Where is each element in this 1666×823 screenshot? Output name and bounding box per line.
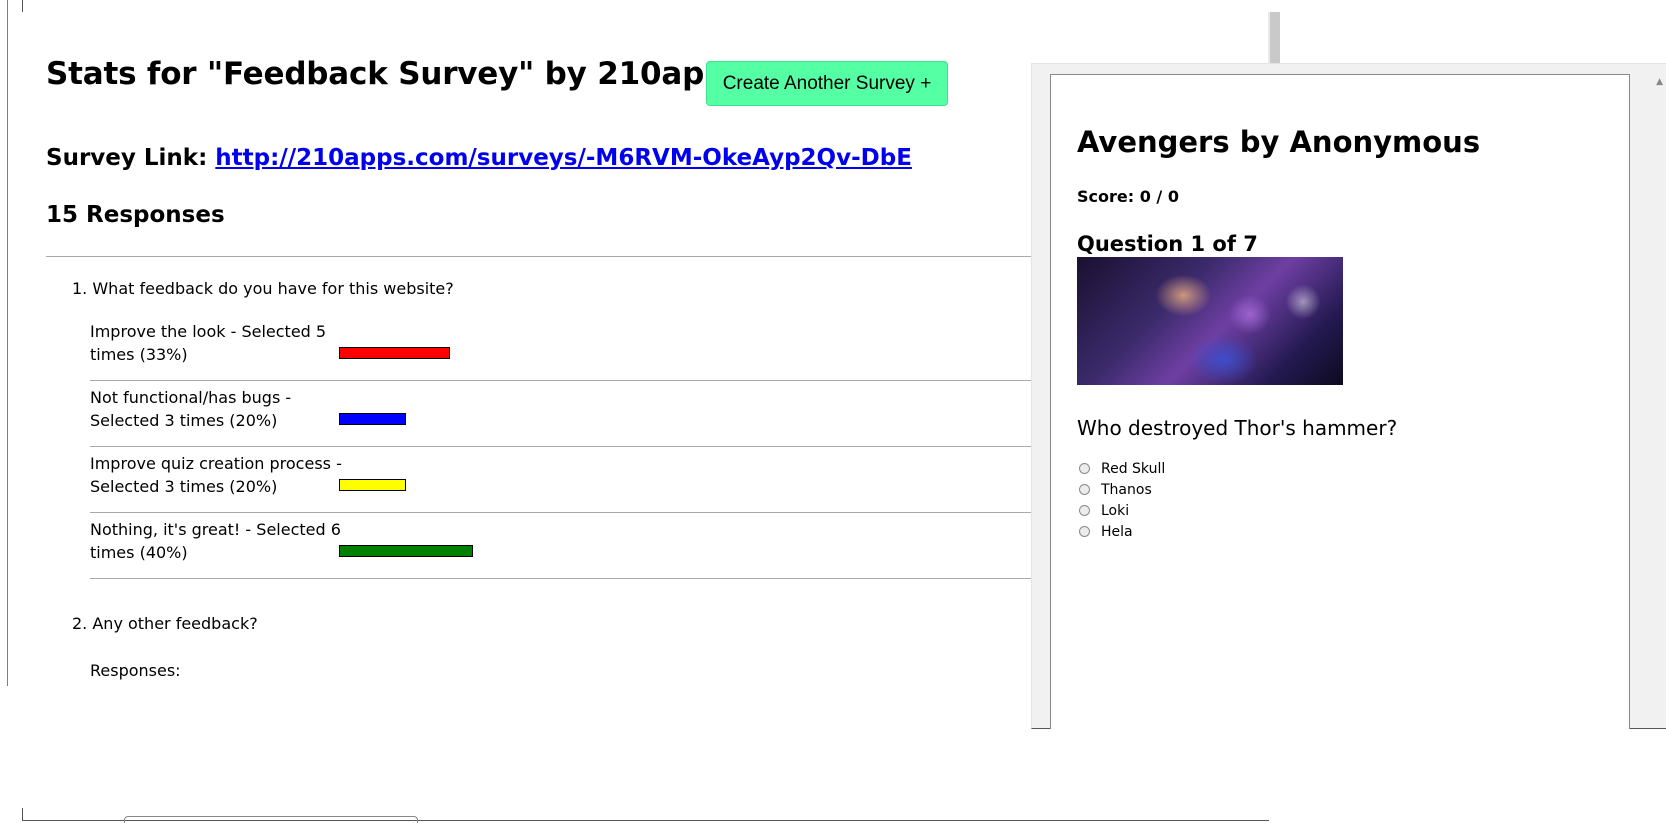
- scrollbar-thumb[interactable]: [1268, 12, 1280, 64]
- answer-choice[interactable]: Loki: [1079, 500, 1165, 521]
- quiz-preview-window: Avengers by Anonymous Score: 0 / 0 Quest…: [1031, 63, 1666, 729]
- responses-label: Responses:: [90, 661, 181, 680]
- quiz-scrollbar[interactable]: ▲: [1647, 74, 1666, 728]
- radio-button[interactable]: [1079, 505, 1090, 516]
- radio-button[interactable]: [1079, 463, 1090, 474]
- scroll-up-icon[interactable]: ▲: [1656, 77, 1663, 87]
- quiz-question-text: Who destroyed Thor's hammer?: [1077, 416, 1398, 440]
- answer-option: Improve quiz creation process - Selected…: [90, 446, 1048, 513]
- radio-button[interactable]: [1079, 484, 1090, 495]
- create-another-survey-button[interactable]: Create Another Survey +: [706, 61, 948, 106]
- answer-choice-label: Loki: [1101, 502, 1130, 519]
- answer-option: Improve the look - Selected 5 times (33%…: [90, 314, 1048, 381]
- option-label: Improve quiz creation process - Selected…: [90, 454, 342, 496]
- window-edge-marker: [22, 808, 23, 820]
- quiz-title: Avengers by Anonymous: [1077, 125, 1481, 159]
- option-label: Nothing, it's great! - Selected 6 times …: [90, 520, 341, 562]
- survey-link-label: Survey Link:: [46, 145, 208, 171]
- responses-count: 15 Responses: [46, 202, 225, 228]
- answer-option: Not functional/has bugs - Selected 3 tim…: [90, 380, 1048, 447]
- option-bar: [339, 413, 406, 425]
- answer-option: Nothing, it's great! - Selected 6 times …: [90, 512, 1048, 579]
- quiz-frame: Avengers by Anonymous Score: 0 / 0 Quest…: [1050, 74, 1630, 729]
- quiz-score: Score: 0 / 0: [1077, 187, 1179, 206]
- radio-button[interactable]: [1079, 526, 1090, 537]
- question-number: Question 1 of 7: [1077, 232, 1258, 256]
- answer-choice[interactable]: Red Skull: [1079, 458, 1165, 479]
- option-label: Not functional/has bugs - Selected 3 tim…: [90, 388, 292, 430]
- answer-choice[interactable]: Thanos: [1079, 479, 1165, 500]
- survey-link-row: Survey Link: http://210apps.com/surveys/…: [46, 145, 912, 171]
- option-bar: [339, 479, 406, 491]
- question-1-text: 1. What feedback do you have for this we…: [72, 279, 454, 298]
- option-bar: [339, 347, 450, 359]
- survey-stats-page: Stats for "Feedback Survey" by 210apps.c…: [7, 0, 1048, 686]
- answer-choice-label: Red Skull: [1101, 460, 1166, 477]
- option-bar: [339, 545, 473, 557]
- option-label: Improve the look - Selected 5 times (33%…: [90, 322, 327, 364]
- answer-choices: Red Skull Thanos Loki Hela: [1079, 458, 1165, 542]
- question-image: [1077, 257, 1343, 385]
- answer-choice[interactable]: Hela: [1079, 521, 1165, 542]
- question-2-text: 2. Any other feedback?: [72, 614, 258, 633]
- survey-link[interactable]: http://210apps.com/surveys/-M6RVM-OkeAyp…: [215, 145, 912, 171]
- answer-choice-label: Hela: [1101, 523, 1133, 540]
- divider: [46, 256, 1048, 257]
- answer-choice-label: Thanos: [1101, 481, 1152, 498]
